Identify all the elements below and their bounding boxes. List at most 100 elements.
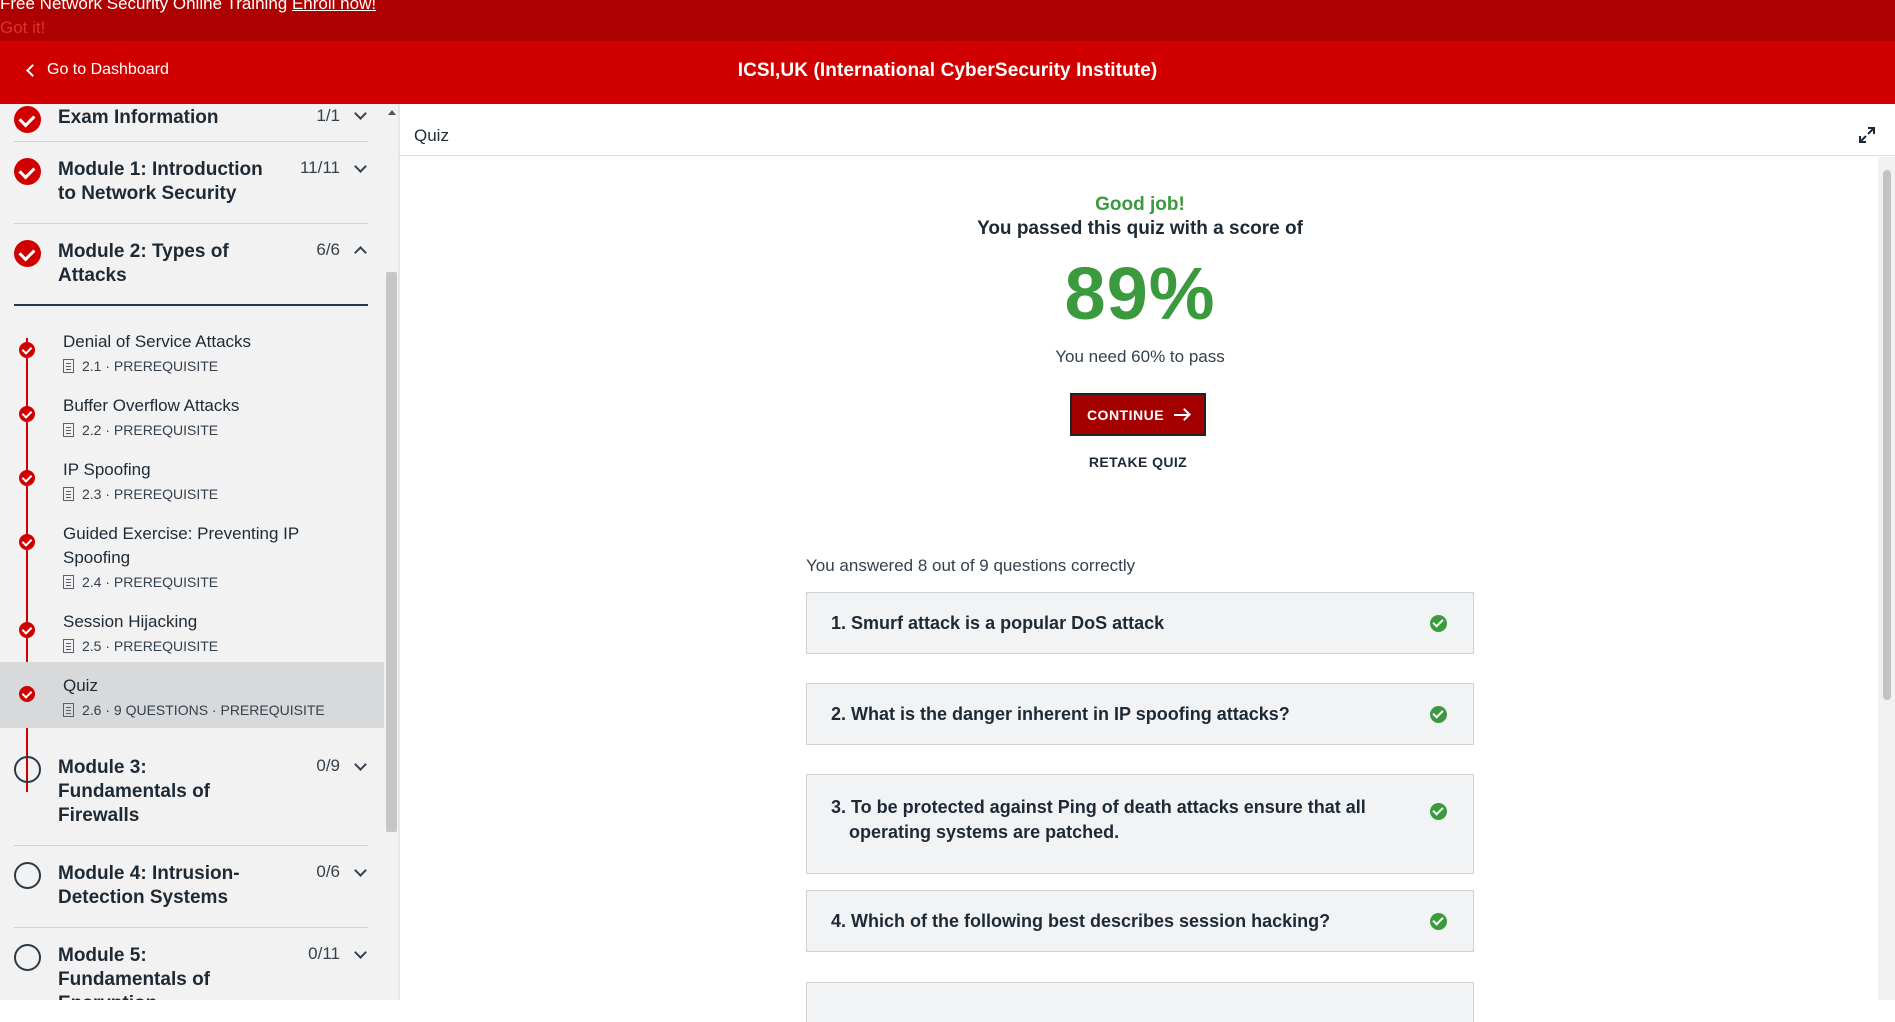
- quiz-icon: [63, 703, 74, 717]
- complete-check-icon: [19, 406, 35, 422]
- good-job-heading: Good job!: [1095, 194, 1185, 215]
- lesson-denial-of-service[interactable]: Denial of Service Attacks 2.1 · PREREQUI…: [0, 322, 384, 386]
- lesson-meta: 2.1 · PREREQUISITE: [63, 358, 218, 374]
- lesson-meta-text: 2.4 · PREREQUISITE: [82, 574, 219, 590]
- module-2[interactable]: Module 2: Types of Attacks 6/6: [14, 224, 368, 306]
- correct-check-icon: [1430, 803, 1447, 820]
- course-title: ICSI,UK (International CyberSecurity Ins…: [737, 60, 1158, 81]
- module-3[interactable]: Module 3: Fundamentals of Firewalls 0/9: [14, 740, 368, 846]
- module-title: Exam Information: [58, 107, 219, 128]
- question-card-3[interactable]: 3. To be protected against Ping of death…: [806, 774, 1474, 874]
- arrow-right-icon: [1174, 413, 1190, 416]
- document-icon: [63, 423, 74, 437]
- sidebar-scrollbar-thumb[interactable]: [386, 272, 397, 832]
- lesson-meta-text: 2.6 · 9 QUESTIONS · PREREQUISITE: [82, 702, 325, 718]
- incomplete-circle-icon: [14, 756, 41, 783]
- complete-check-icon: [19, 686, 35, 702]
- expand-icon[interactable]: [1858, 126, 1876, 144]
- module-4[interactable]: Module 4: Intrusion-Detection Systems 0/…: [14, 846, 368, 928]
- main-scrollbar-thumb[interactable]: [1883, 170, 1891, 700]
- chevron-down-icon[interactable]: [354, 758, 367, 771]
- module-progress: 6/6: [316, 240, 340, 259]
- incomplete-circle-icon: [14, 862, 41, 889]
- scroll-up-arrow-icon[interactable]: [388, 110, 396, 115]
- lesson-title: Quiz: [63, 676, 98, 695]
- course-header: Go to Dashboard ICSI,UK (International C…: [0, 41, 1895, 104]
- lesson-meta-text: 2.1 · PREREQUISITE: [82, 358, 219, 374]
- complete-check-icon: [14, 158, 41, 185]
- lesson-title: Session Hijacking: [63, 612, 198, 631]
- incomplete-circle-icon: [14, 944, 41, 971]
- module-progress: 0/11: [308, 944, 340, 963]
- lesson-meta: 2.3 · PREREQUISITE: [63, 486, 218, 502]
- promo-banner: Free Network Security Online Training En…: [0, 0, 1895, 41]
- module-progress: 0/6: [316, 862, 340, 881]
- document-icon: [63, 487, 74, 501]
- continue-button[interactable]: CONTINUE: [1070, 393, 1206, 436]
- correct-check-icon: [1430, 913, 1447, 930]
- complete-check-icon: [19, 622, 35, 638]
- question-card-5[interactable]: [806, 982, 1474, 1022]
- lesson-meta: 2.2 · PREREQUISITE: [63, 422, 218, 438]
- pass-requirement: You need 60% to pass: [1055, 347, 1225, 366]
- enroll-link[interactable]: Enroll now!: [292, 0, 376, 13]
- lesson-buffer-overflow[interactable]: Buffer Overflow Attacks 2.2 · PREREQUISI…: [0, 386, 384, 450]
- retake-quiz-button[interactable]: RETAKE QUIZ: [1070, 454, 1206, 470]
- document-icon: [63, 359, 74, 373]
- question-text: 4. Which of the following best describes…: [831, 911, 1331, 931]
- module-title: Module 1: Introduction to Network Securi…: [58, 159, 263, 204]
- module-1[interactable]: Module 1: Introduction to Network Securi…: [14, 142, 368, 224]
- module-5[interactable]: Module 5: Fundamentals of Encryption 0/1…: [14, 928, 368, 1000]
- answered-summary: You answered 8 out of 9 questions correc…: [806, 556, 1136, 575]
- chevron-up-icon[interactable]: [354, 246, 367, 259]
- lesson-toolbar: Quiz: [398, 114, 1895, 156]
- lesson-meta: 2.5 · PREREQUISITE: [63, 638, 218, 654]
- complete-check-icon: [14, 240, 41, 267]
- chevron-down-icon[interactable]: [354, 946, 367, 959]
- promo-text: Free Network Security Online Training: [0, 0, 288, 13]
- lesson-meta: 2.6 · 9 QUESTIONS · PREREQUISITE: [63, 702, 325, 718]
- correct-check-icon: [1430, 615, 1447, 632]
- complete-check-icon: [19, 342, 35, 358]
- lesson-title: Guided Exercise: Preventing IP Spoofing: [63, 524, 299, 567]
- passed-text: You passed this quiz with a score of: [977, 218, 1303, 239]
- module-title: Module 4: Intrusion-Detection Systems: [58, 863, 240, 908]
- complete-check-icon: [19, 470, 35, 486]
- lesson-title: IP Spoofing: [63, 460, 151, 479]
- lesson-title: Denial of Service Attacks: [63, 332, 252, 351]
- lesson-quiz[interactable]: Quiz 2.6 · 9 QUESTIONS · PREREQUISITE: [0, 662, 384, 728]
- complete-check-icon: [14, 106, 41, 133]
- module-exam-information[interactable]: Exam Information 1/1: [14, 104, 368, 142]
- lesson-title: Buffer Overflow Attacks: [63, 396, 240, 415]
- complete-check-icon: [19, 534, 35, 550]
- module-progress: 1/1: [316, 106, 340, 125]
- lesson-guided-exercise[interactable]: Guided Exercise: Preventing IP Spoofing …: [0, 514, 384, 602]
- chevron-down-icon[interactable]: [354, 864, 367, 877]
- chevron-down-icon[interactable]: [354, 160, 367, 173]
- module-progress: 0/9: [316, 756, 340, 775]
- question-text: 2. What is the danger inherent in IP spo…: [831, 704, 1290, 724]
- quiz-result-panel: Quiz Good job! You passed this quiz with…: [398, 104, 1895, 1022]
- question-card-2[interactable]: 2. What is the danger inherent in IP spo…: [806, 683, 1474, 745]
- question-text: 1. Smurf attack is a popular DoS attack: [831, 613, 1165, 633]
- correct-check-icon: [1430, 706, 1447, 723]
- module-title: Module 5: Fundamentals of Encryption: [58, 945, 211, 1000]
- question-card-4[interactable]: 4. Which of the following best describes…: [806, 890, 1474, 952]
- module-progress: 11/11: [299, 158, 340, 177]
- module-title: Module 3: Fundamentals of Firewalls: [58, 757, 211, 826]
- chevron-down-icon[interactable]: [354, 107, 367, 120]
- course-outline-sidebar: Exam Information 1/1 Module 1: Introduct…: [0, 104, 398, 1000]
- lesson-meta-text: 2.2 · PREREQUISITE: [82, 422, 219, 438]
- module-title: Module 2: Types of Attacks: [58, 241, 229, 286]
- promo-text-line: Free Network Security Online Training En…: [0, 0, 376, 14]
- dismiss-banner-link[interactable]: Got it!: [0, 18, 45, 38]
- question-card-1[interactable]: 1. Smurf attack is a popular DoS attack: [806, 592, 1474, 654]
- continue-label: CONTINUE: [1086, 406, 1165, 423]
- document-icon: [63, 639, 74, 653]
- lesson-ip-spoofing[interactable]: IP Spoofing 2.3 · PREREQUISITE: [0, 450, 384, 514]
- question-text: 3. To be protected against Ping of death…: [831, 797, 1366, 842]
- lesson-session-hijacking[interactable]: Session Hijacking 2.5 · PREREQUISITE: [0, 602, 384, 666]
- lesson-meta: 2.4 · PREREQUISITE: [63, 574, 218, 590]
- lesson-meta-text: 2.5 · PREREQUISITE: [82, 638, 219, 654]
- quiz-score: 89%: [1064, 252, 1216, 335]
